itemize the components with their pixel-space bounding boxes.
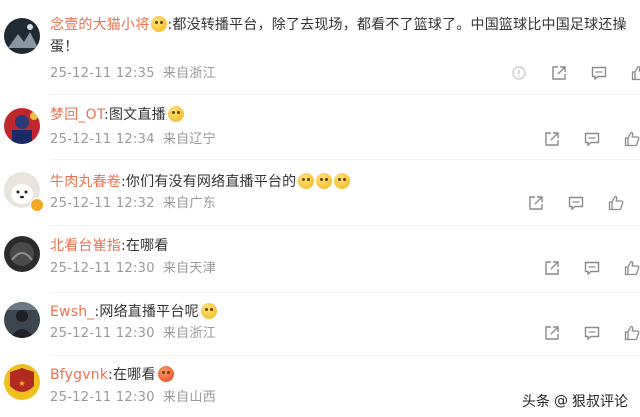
comment-time: 25-12-11 12:34 [50,132,155,147]
comment-icon[interactable] [583,130,601,148]
comment-item: 牛肉丸春卷:你们有没有网络直播平台的 25-12-11 12:32 来自广东 [0,160,640,226]
username-link[interactable]: Bfygvnk [50,367,108,383]
comment-meta: 25-12-11 12:32 来自广东 [50,195,216,213]
comment-icon[interactable] [583,324,601,342]
avatar[interactable] [4,302,40,338]
comment-meta: 25-12-11 12:30 来自浙江 [50,325,216,343]
comment-text-line: Ewsh_:网络直播平台呢 [50,301,634,323]
comment-item: Ewsh_:网络直播平台呢 25-12-11 12:30 来自浙江 [0,293,640,356]
comment-content: :在哪看 [121,238,169,254]
emoji-icon [200,303,217,319]
username-link[interactable]: 牛肉丸春卷 [50,174,121,190]
comment-actions [527,194,625,212]
comment-time: 25-12-11 12:30 [50,326,155,341]
emoji-icon [167,106,184,122]
comment-icon[interactable] [583,259,601,277]
comment-actions [543,324,640,342]
avatar[interactable] [4,18,40,54]
username-link[interactable]: Ewsh_ [50,304,94,320]
comment-item: 念壹的大猫小将:都没转播平台，除了去现场，都看不了篮球了。中国篮球比中国足球还操… [0,0,640,95]
avatar[interactable] [4,108,40,144]
comment-content: :在哪看 [108,367,156,383]
comment-content: :你们有没有网络直播平台的 [121,174,297,190]
comment-location: 来自浙江 [162,326,217,341]
share-icon[interactable] [543,259,561,277]
comment-content: :图文直播 [104,107,166,123]
avatar[interactable] [4,236,40,272]
like-icon[interactable] [607,194,625,212]
comment-text-line: 梦回_OT:图文直播 [50,104,634,126]
emoji-icon [316,173,333,189]
username-link[interactable]: 念壹的大猫小将 [50,17,149,33]
report-icon[interactable] [510,64,528,82]
comment-actions [543,259,640,277]
comment-actions [543,130,640,148]
emoji-icon [334,173,351,189]
comment-time: 25-12-11 12:32 [50,196,155,211]
watermark-prefix: 头条 [522,394,550,410]
watermark: 头条 @ 狠叔评论 [522,391,628,411]
watermark-author: 狠叔评论 [572,394,628,410]
watermark-at: @ [554,393,568,409]
emoji-icon [157,366,174,382]
crown-badge-icon [151,16,168,32]
share-icon[interactable] [543,130,561,148]
share-icon[interactable] [527,194,545,212]
emoji-icon [298,173,315,189]
comment-text-line: 北看台崔指:在哪看 [50,235,634,257]
comment-actions [510,64,640,82]
comment-location: 来自辽宁 [162,132,217,147]
comment-text-line: 牛肉丸春卷:你们有没有网络直播平台的 [50,171,634,193]
comment-location: 来自天津 [162,261,217,276]
share-icon[interactable] [543,324,561,342]
comment-meta: 25-12-11 12:35 来自浙江 [50,65,216,83]
comment-text-line: 念壹的大猫小将:都没转播平台，除了去现场，都看不了篮球了。中国篮球比中国足球还操… [50,14,634,58]
comment-meta: 25-12-11 12:34 来自辽宁 [50,131,216,149]
comment-time: 25-12-11 12:30 [50,261,155,276]
username-link[interactable]: 北看台崔指 [50,238,121,254]
comment-location: 来自山西 [162,390,217,405]
comment-time: 25-12-11 12:35 [50,66,155,81]
like-icon[interactable] [623,324,640,342]
username-link[interactable]: 梦回_OT [50,107,104,123]
verified-badge-icon [30,198,44,212]
comment-icon[interactable] [590,64,608,82]
like-icon[interactable] [623,130,640,148]
comment-text-line: Bfygvnk:在哪看 [50,364,634,386]
comment-meta: 25-12-11 12:30 来自山西 [50,389,216,407]
like-icon[interactable] [623,259,640,277]
avatar[interactable]: ★ [4,364,40,400]
like-icon[interactable] [630,64,640,82]
comment-meta: 25-12-11 12:30 来自天津 [50,260,216,278]
comment-icon[interactable] [567,194,585,212]
comment-item: 梦回_OT:图文直播 25-12-11 12:34 来自辽宁 [0,95,640,160]
comment-item: 北看台崔指:在哪看 25-12-11 12:30 来自天津 [0,226,640,293]
comment-time: 25-12-11 12:30 [50,390,155,405]
comment-content: :网络直播平台呢 [94,304,199,320]
svg-text:★: ★ [18,379,25,388]
share-icon[interactable] [550,64,568,82]
comment-location: 来自浙江 [162,66,217,81]
comment-location: 来自广东 [162,196,217,211]
